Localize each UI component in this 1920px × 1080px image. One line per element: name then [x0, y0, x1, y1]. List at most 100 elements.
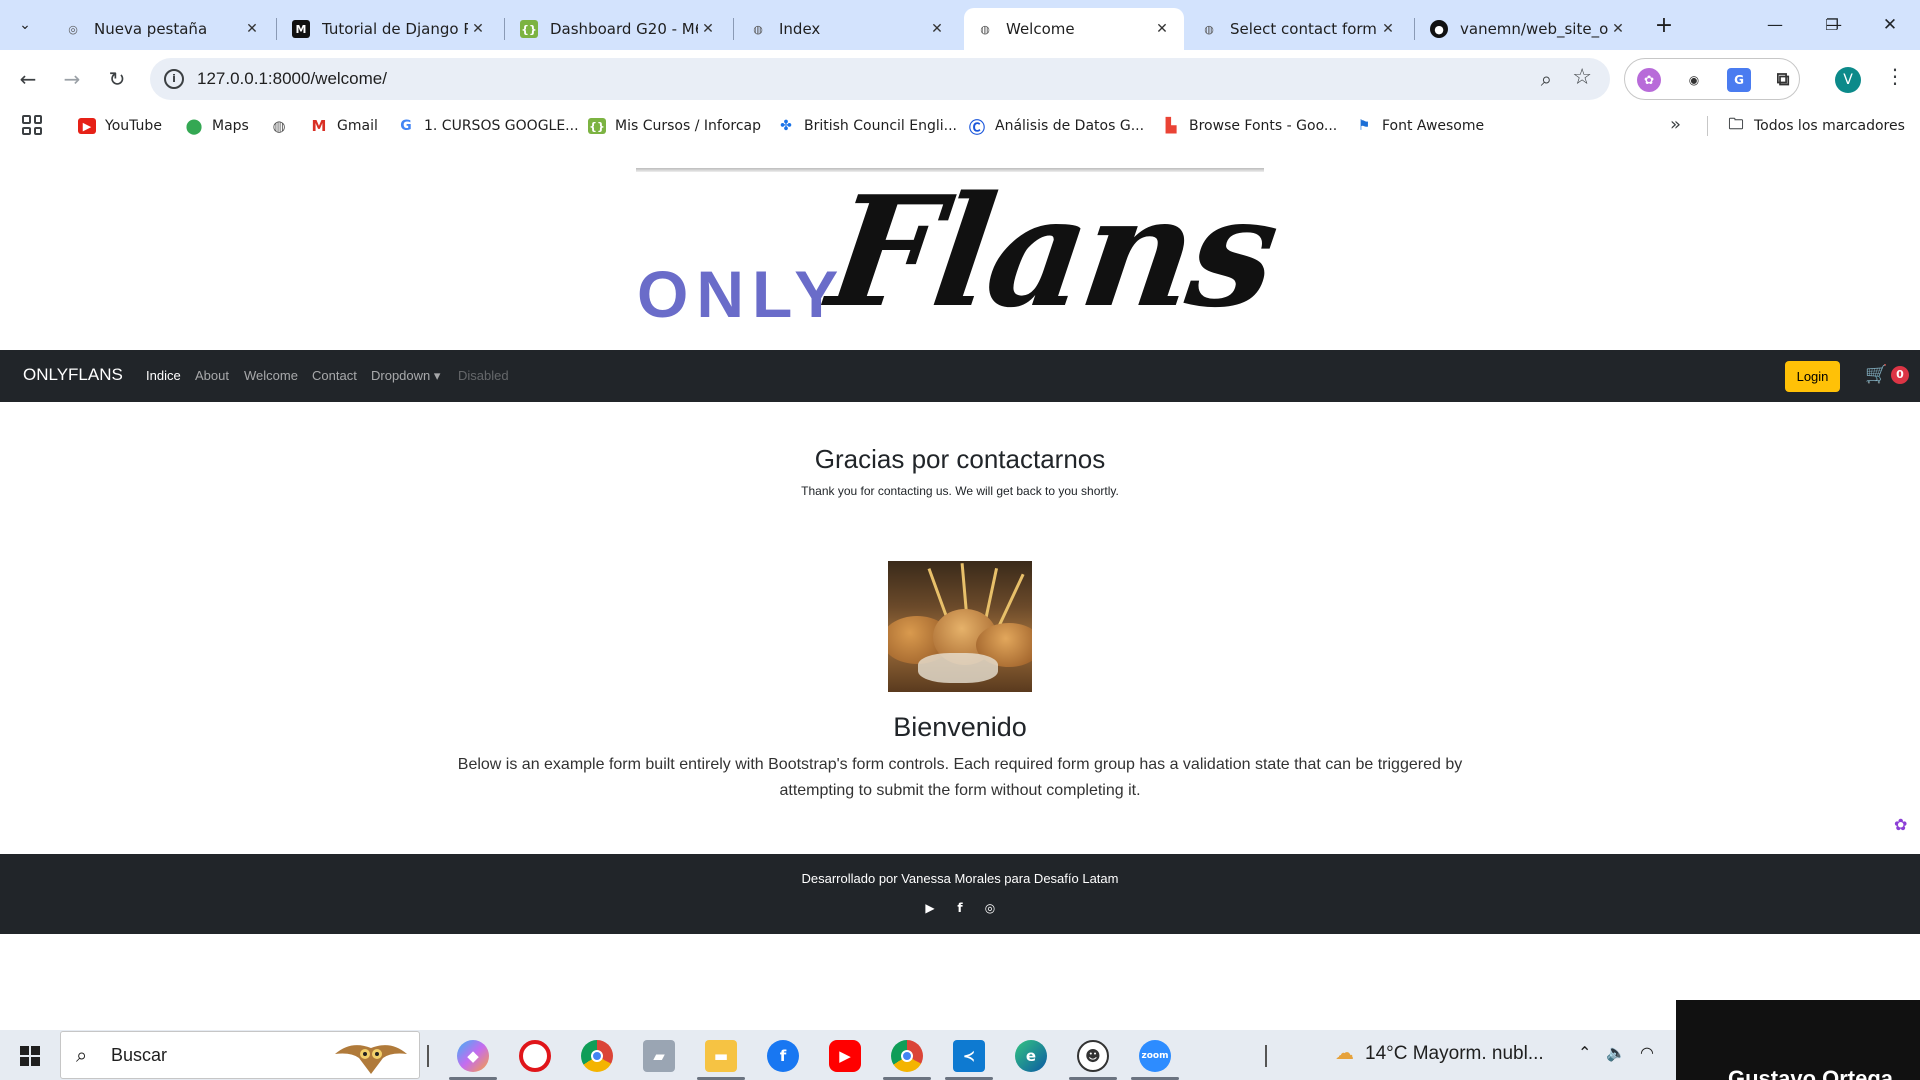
tab-tutorial-django[interactable]: M Tutorial de Django Pa ✕ — [280, 8, 500, 50]
extensions-group: ✿ ◉ G ⧉ — [1624, 58, 1800, 100]
youtube-icon[interactable]: ▶ — [922, 901, 938, 915]
site-info-icon[interactable]: i — [164, 69, 184, 89]
bookmark-british-council[interactable]: ✤ British Council Engli... — [777, 116, 957, 136]
close-icon[interactable]: ✕ — [1378, 21, 1398, 37]
nav-link-indice[interactable]: Indice — [146, 368, 181, 383]
cube-app-icon[interactable]: ▰ — [643, 1040, 675, 1072]
bookmark-maps[interactable]: ⬤ Maps — [185, 116, 249, 136]
new-tab-button[interactable]: + — [1650, 12, 1678, 40]
welcome-description: Below is an example form built entirely … — [457, 756, 1463, 799]
c-icon: Ⓒ — [968, 118, 985, 137]
tab-title: Tutorial de Django Pa — [322, 20, 468, 38]
brain-extension-icon[interactable]: ✿ — [1637, 68, 1661, 92]
tab-index[interactable]: ◍ Index ✕ — [737, 8, 959, 50]
site-navbar: ONLYFLANS Indice About Welcome Contact D… — [0, 350, 1920, 402]
chrome-icon[interactable] — [581, 1040, 613, 1072]
weather-widget[interactable]: ☁ 14°C Mayorm. nubl... — [1335, 1042, 1544, 1065]
zoom-icon[interactable]: zoom — [1139, 1040, 1171, 1072]
british-council-icon: ✤ — [780, 118, 792, 134]
bracket-icon: {} — [520, 20, 538, 38]
back-button[interactable]: ← — [12, 63, 44, 95]
search-icon: ⌕ — [76, 1043, 88, 1067]
globe-icon: ◍ — [1204, 22, 1214, 36]
address-bar[interactable]: i 127.0.0.1:8000/welcome/ ⌕ ☆ — [150, 58, 1610, 100]
bookmark-cursos-google[interactable]: G 1. CURSOS GOOGLE... — [397, 116, 578, 136]
close-icon[interactable]: ✕ — [468, 21, 488, 37]
record-extension-icon[interactable]: ◉ — [1682, 68, 1706, 92]
onlyflans-logo: ONLY Flans — [636, 162, 1285, 341]
reload-button[interactable]: ↻ — [101, 63, 133, 95]
facebook-icon[interactable]: f — [952, 901, 968, 915]
github-desktop-icon[interactable]: ☻ — [1077, 1040, 1109, 1072]
taskbar-search-box[interactable]: ⌕ Buscar — [60, 1031, 420, 1079]
cart-icon[interactable]: 🛒 — [1865, 364, 1887, 385]
bracket-icon: {} — [588, 118, 606, 134]
close-icon[interactable]: ✕ — [1608, 21, 1628, 37]
chevron-more-icon[interactable]: » — [1670, 114, 1681, 135]
forward-button[interactable]: → — [56, 63, 88, 95]
bookmark-globe[interactable]: ◍ — [270, 116, 297, 136]
instagram-icon[interactable]: ◎ — [982, 901, 998, 915]
thanks-message: Thank you for contacting us. We will get… — [801, 484, 1119, 498]
bookmark-analisis-datos[interactable]: Ⓒ Análisis de Datos G... — [968, 116, 1144, 137]
profile-avatar[interactable]: V — [1835, 67, 1861, 93]
fonts-icon: ▙ — [1165, 118, 1177, 134]
opera-icon[interactable] — [519, 1040, 551, 1072]
tab-nueva-pestana[interactable]: ◎ Nueva pestaña ✕ — [52, 8, 274, 50]
puzzle-extensions-icon[interactable]: ⧉ — [1771, 68, 1795, 92]
bookmark-browse-fonts[interactable]: ▙ Browse Fonts - Goo... — [1162, 116, 1338, 136]
owl-search-highlight-icon — [335, 1045, 407, 1074]
close-icon[interactable]: ✕ — [242, 21, 262, 37]
volume-icon[interactable]: 🔈 — [1606, 1043, 1626, 1062]
restore-button[interactable]: ❐ — [1808, 10, 1856, 40]
cloud-weather-icon: ☁ — [1335, 1043, 1354, 1064]
facebook-icon[interactable]: f — [767, 1040, 799, 1072]
tab-github-repo[interactable]: ● vanemn/web_site_on ✕ — [1418, 8, 1640, 50]
bookmark-star-icon[interactable]: ☆ — [1572, 65, 1592, 90]
nav-dropdown[interactable]: Dropdown ▾ — [371, 368, 440, 384]
nav-link-contact[interactable]: Contact — [312, 368, 357, 383]
navbar-brand[interactable]: ONLYFLANS — [23, 365, 123, 385]
edge-icon[interactable]: e — [1015, 1040, 1047, 1072]
brain-extension-icon[interactable]: ✿ — [1894, 815, 1907, 834]
login-button[interactable]: Login — [1785, 361, 1840, 392]
user-camera-overlay: Gustavo Ortega — [1676, 1000, 1920, 1080]
close-icon[interactable]: ✕ — [1152, 21, 1172, 37]
bookmark-youtube[interactable]: ▶ YouTube — [78, 116, 162, 136]
apps-grid-icon[interactable] — [22, 115, 42, 135]
logo-word-only: ONLY — [637, 257, 847, 331]
close-icon[interactable]: ✕ — [698, 21, 718, 37]
wifi-icon[interactable]: ◠ — [1640, 1043, 1654, 1062]
url-text[interactable]: 127.0.0.1:8000/welcome/ — [197, 69, 387, 89]
windows-start-icon[interactable] — [20, 1046, 40, 1066]
tab-welcome[interactable]: ◍ Welcome ✕ — [964, 8, 1184, 50]
user-name: Gustavo Ortega — [1728, 1066, 1894, 1080]
tab-title: Dashboard G20 - M6 — [550, 20, 698, 38]
globe-icon: ◍ — [753, 22, 763, 36]
bookmark-font-awesome[interactable]: ⚑ Font Awesome — [1355, 116, 1484, 136]
file-explorer-icon[interactable]: ▬ — [705, 1040, 737, 1072]
footer-credit: Desarrollado por Vanessa Morales para De… — [801, 871, 1119, 886]
bookmarks-bar: ▶ YouTube ⬤ Maps ◍ M Gmail G 1. CURSOS G… — [0, 108, 1920, 142]
more-menu-icon[interactable]: ⋮ — [1885, 64, 1905, 88]
copilot-icon[interactable]: ◆ — [457, 1040, 489, 1072]
zoom-icon[interactable]: ⌕ — [1541, 67, 1552, 91]
nav-link-about[interactable]: About — [195, 368, 229, 383]
chrome-profile-icon[interactable] — [891, 1040, 923, 1072]
tab-dashboard-g20[interactable]: {} Dashboard G20 - M6 ✕ — [508, 8, 730, 50]
all-bookmarks[interactable]: 🗀 Todos los marcadores — [1727, 115, 1904, 136]
bookmark-mis-cursos[interactable]: {} Mis Cursos / Inforcap — [588, 116, 761, 136]
nav-link-welcome[interactable]: Welcome — [244, 368, 298, 383]
gmail-icon: M — [311, 117, 327, 135]
bookmark-gmail[interactable]: M Gmail — [310, 116, 378, 136]
close-icon[interactable]: ✕ — [927, 21, 947, 37]
tab-title: Nueva pestaña — [94, 20, 208, 38]
minimize-button[interactable]: — — [1751, 10, 1799, 40]
translate-extension-icon[interactable]: G — [1727, 68, 1751, 92]
youtube-icon[interactable]: ▶ — [829, 1040, 861, 1072]
tab-search-button[interactable]: ⌄ — [8, 8, 42, 42]
vscode-icon[interactable]: ≺ — [953, 1040, 985, 1072]
tab-select-contact-form[interactable]: ◍ Select contact form t ✕ — [1188, 8, 1410, 50]
close-window-button[interactable]: ✕ — [1866, 10, 1914, 40]
chevron-up-icon[interactable]: ⌃ — [1578, 1043, 1591, 1062]
